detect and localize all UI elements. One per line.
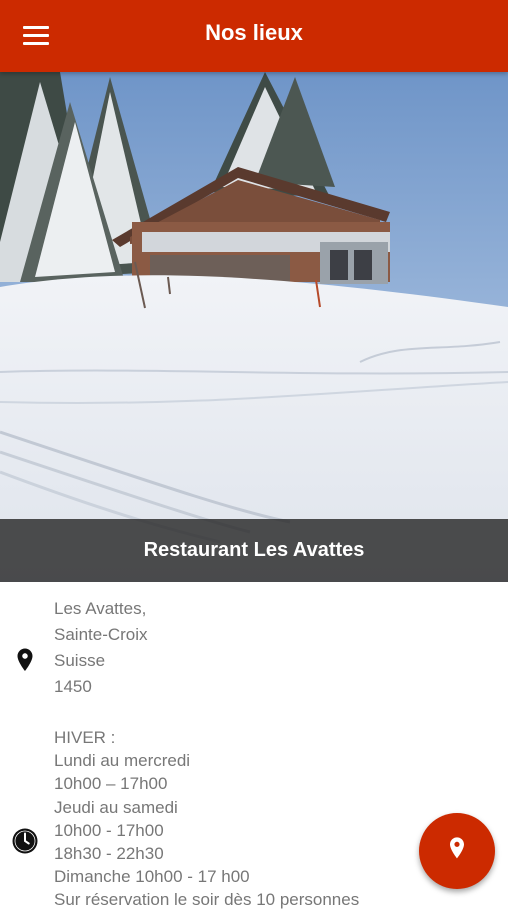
map-pin-icon	[443, 835, 471, 868]
hours-line: Dimanche 10h00 - 17 h00	[54, 867, 250, 887]
app-bar: Nos lieux	[0, 0, 508, 72]
hours-line: 10h00 – 17h00	[54, 774, 168, 794]
location-pin-icon	[10, 646, 40, 676]
hours-line: Lundi au mercredi	[54, 751, 191, 771]
address-line: 1450	[54, 677, 92, 696]
place-name-banner: Restaurant Les Avattes	[0, 519, 508, 582]
hours-line: 18h30 - 22h30	[54, 844, 164, 864]
place-name: Restaurant Les Avattes	[143, 539, 365, 561]
address-line: Sainte-Croix	[54, 625, 148, 644]
hours-season-title: HIVER :	[54, 728, 116, 747]
place-photo	[0, 72, 508, 582]
hours-line: Jeudi au samedi	[54, 797, 178, 817]
address-line: Suisse	[54, 651, 106, 670]
map-location-button[interactable]	[419, 813, 495, 889]
hours-line: 10h00 - 17h00	[54, 820, 164, 840]
page-title: Nos lieux	[205, 20, 303, 45]
hours-line: Sur réservation le soir dès 10 personnes	[54, 890, 360, 910]
address: Les Avattes, Sainte-Croix Suisse 1450	[54, 596, 148, 700]
address-line: Les Avattes,	[54, 599, 147, 618]
clock-icon	[10, 826, 40, 856]
opening-hours: HIVER : Lundi au mercredi 10h00 – 17h00 …	[54, 726, 359, 912]
